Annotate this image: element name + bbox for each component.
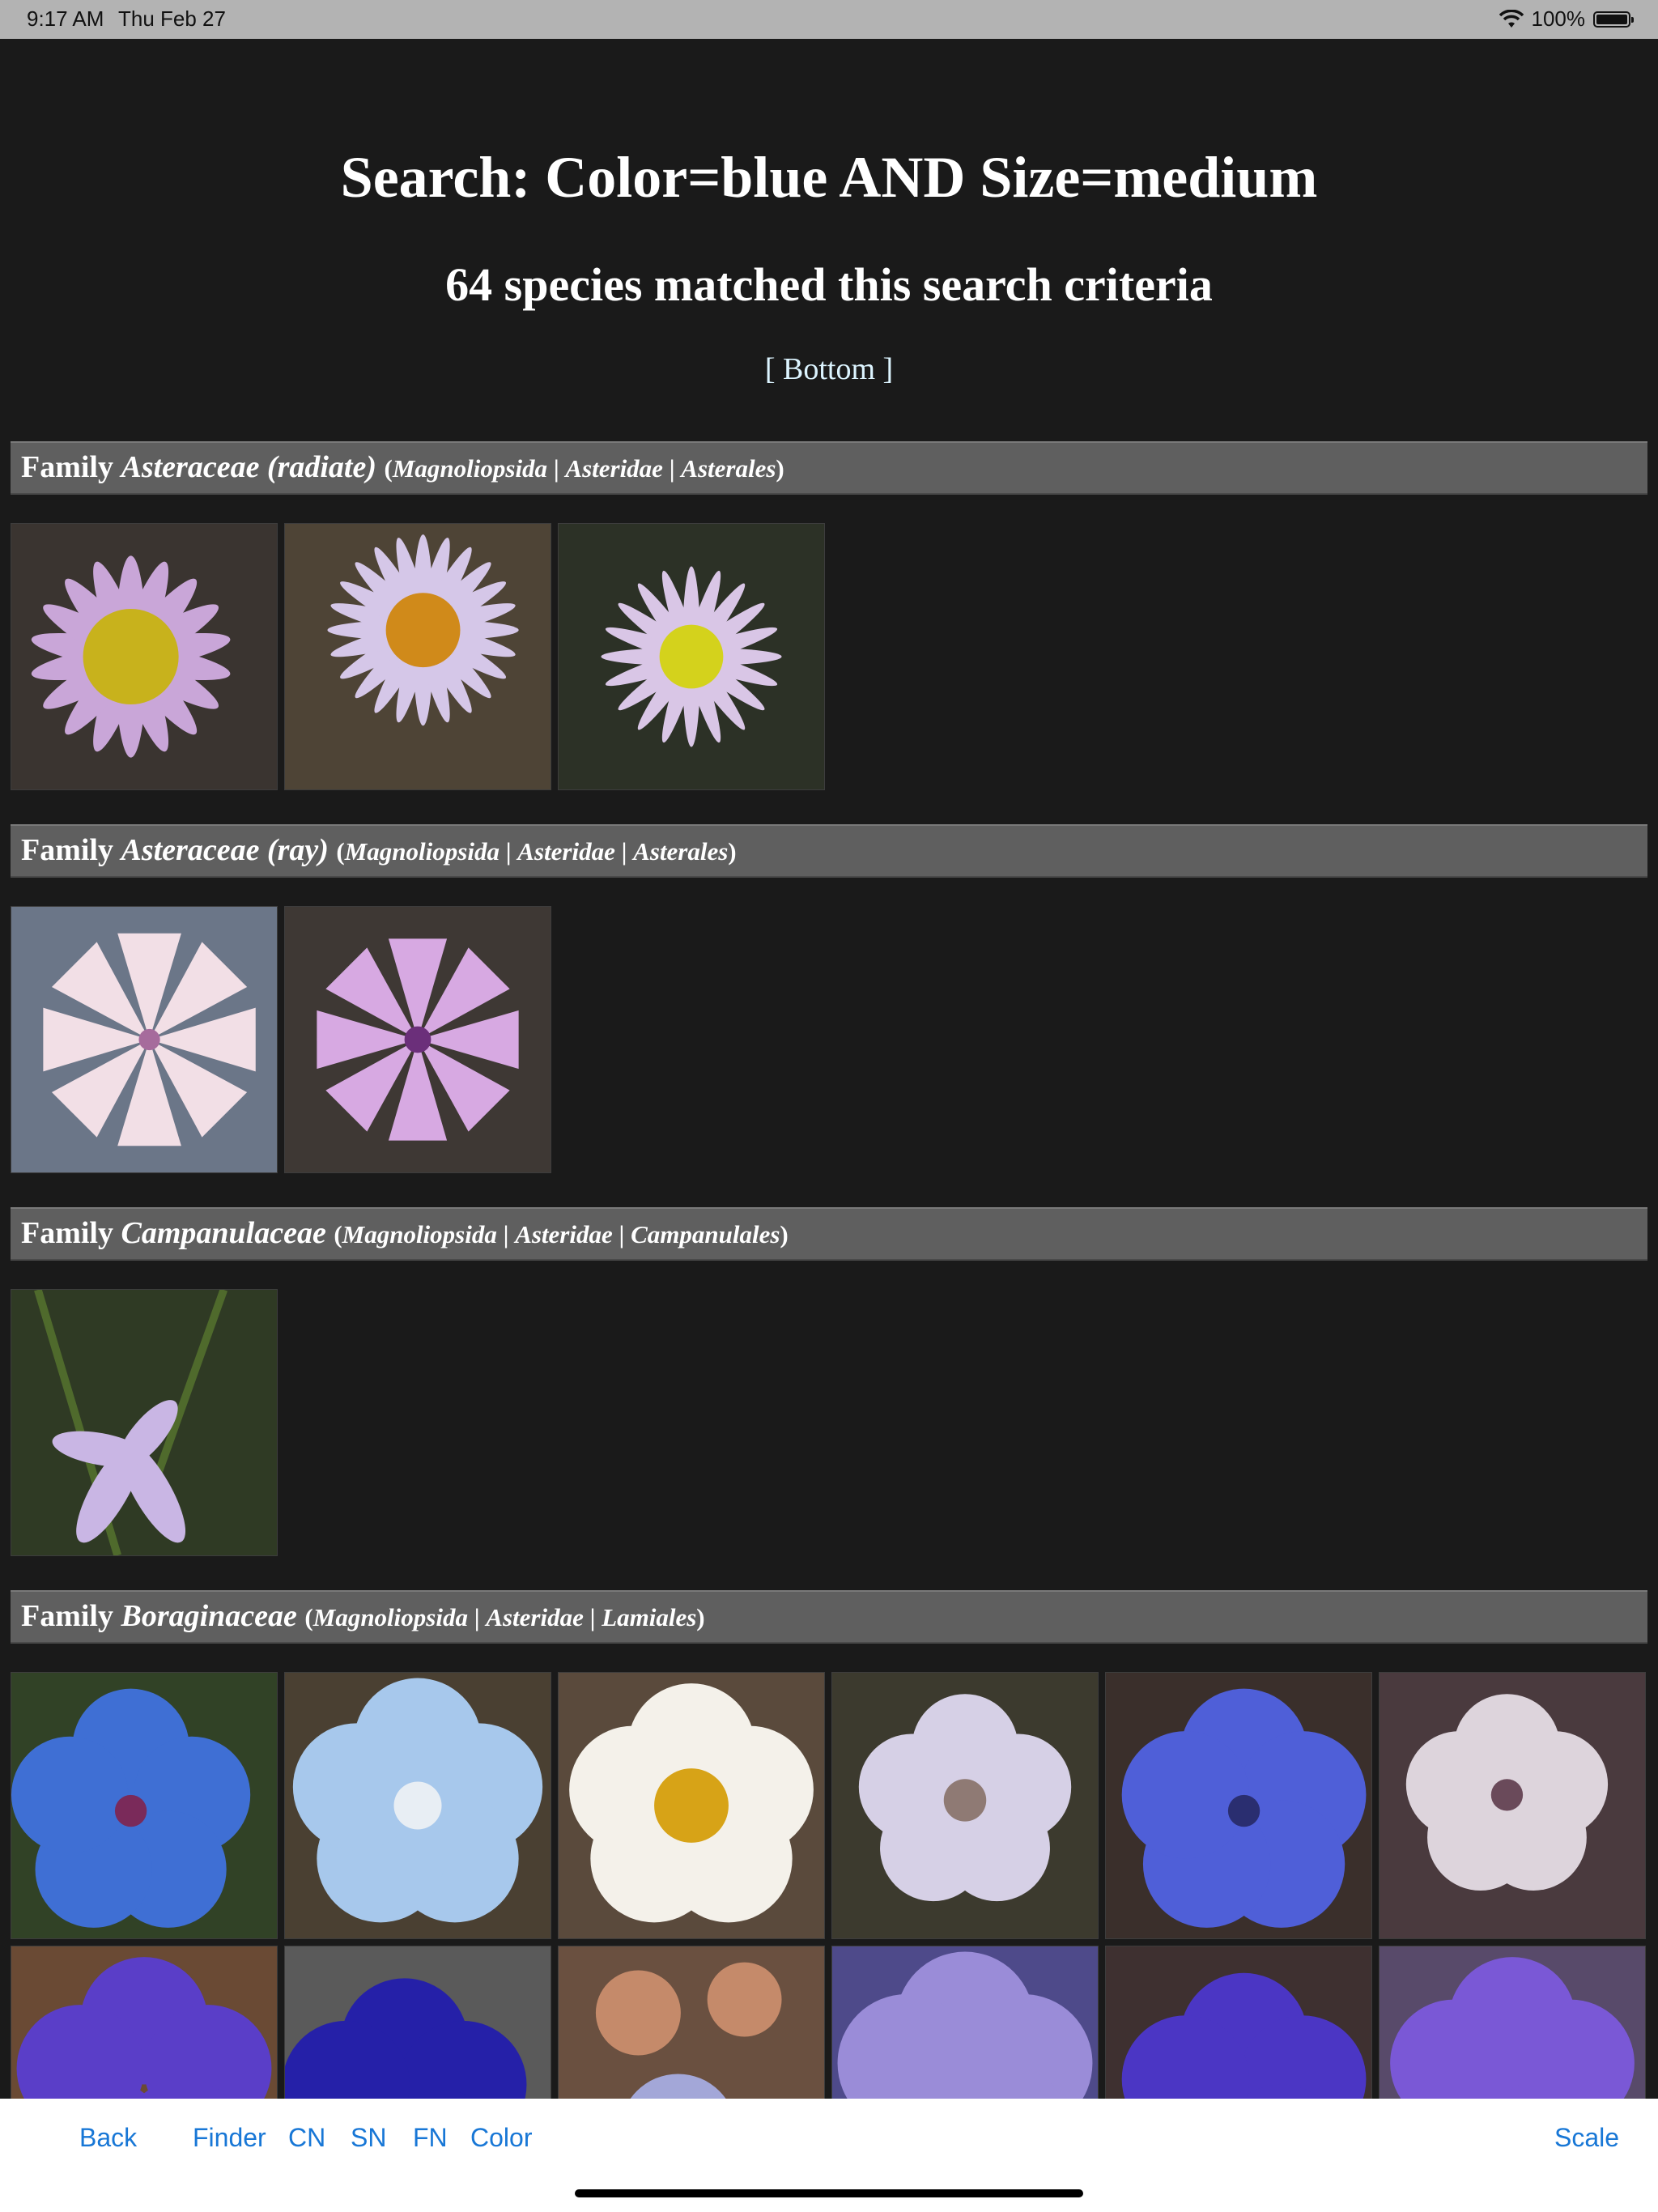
family-header-boraginaceae: Family Boraginaceae (Magnoliopsida | Ast… xyxy=(11,1590,1647,1644)
family-header-campanulaceae: Family Campanulaceae (Magnoliopsida | As… xyxy=(11,1207,1647,1261)
species-thumbnail[interactable] xyxy=(11,906,278,1173)
flower-photo xyxy=(1106,1946,1371,2099)
species-thumbnail[interactable] xyxy=(558,1946,825,2099)
flower-photo xyxy=(1380,1946,1645,2099)
family-name: Asteraceae (ray) xyxy=(121,833,329,867)
species-thumbnail[interactable] xyxy=(558,1672,825,1939)
flower-photo xyxy=(1380,1673,1645,1938)
family-name: Campanulaceae xyxy=(121,1216,326,1250)
species-thumbnail[interactable] xyxy=(831,1672,1099,1939)
family-label: Family xyxy=(21,1216,113,1250)
family-name: Boraginaceae xyxy=(121,1599,297,1633)
species-thumbnail[interactable] xyxy=(1105,1946,1372,2099)
cn-button[interactable]: CN xyxy=(288,2123,325,2153)
page-title: Search: Color=blue AND Size=medium xyxy=(340,145,1318,210)
result-count: 64 species matched this search criteria xyxy=(445,258,1213,311)
back-button[interactable]: Back xyxy=(79,2123,137,2153)
flower-photo xyxy=(11,524,277,789)
family-taxonomy: (Magnoliopsida | Asteridae | Campanulale… xyxy=(334,1220,789,1249)
species-thumbnail[interactable] xyxy=(11,1946,278,2099)
family-label: Family xyxy=(21,1599,113,1633)
species-thumbnail[interactable] xyxy=(11,1672,278,1939)
battery-icon xyxy=(1593,11,1634,28)
scale-button[interactable]: Scale xyxy=(1554,2123,1619,2153)
flower-photo xyxy=(559,524,824,789)
status-date: Thu Feb 27 xyxy=(118,6,226,31)
flower-photo xyxy=(832,1673,1098,1938)
species-thumbnail[interactable] xyxy=(284,523,551,790)
color-button[interactable]: Color xyxy=(470,2123,532,2153)
family-header-asteraceae-radiate: Family Asteraceae (radiate) (Magnoliopsi… xyxy=(11,441,1647,495)
flower-photo xyxy=(559,1673,824,1938)
flower-photo xyxy=(11,907,277,1172)
family-header-asteraceae-ray: Family Asteraceae (ray) (Magnoliopsida |… xyxy=(11,824,1647,878)
status-bar: 9:17 AM Thu Feb 27 100% xyxy=(0,0,1658,39)
family-taxonomy: (Magnoliopsida | Asteridae | Asterales) xyxy=(336,837,737,866)
flower-photo xyxy=(285,907,551,1172)
search-results-page: Search: Color=blue AND Size=medium 64 sp… xyxy=(0,39,1658,2099)
sn-button[interactable]: SN xyxy=(351,2123,386,2153)
family-name: Asteraceae (radiate) xyxy=(121,450,377,484)
flower-photo xyxy=(285,1946,551,2099)
species-thumbnail[interactable] xyxy=(284,1946,551,2099)
flower-photo xyxy=(832,1946,1098,2099)
species-thumbnail[interactable] xyxy=(284,906,551,1173)
flower-photo xyxy=(559,1946,824,2099)
flower-photo xyxy=(11,1946,277,2099)
species-thumbnail[interactable] xyxy=(1105,1672,1372,1939)
status-time: 9:17 AM xyxy=(27,6,104,31)
species-thumbnail[interactable] xyxy=(11,523,278,790)
flower-photo xyxy=(285,1673,551,1938)
finder-button[interactable]: Finder xyxy=(193,2123,266,2153)
battery-percent: 100% xyxy=(1531,6,1586,31)
species-thumbnail[interactable] xyxy=(558,523,825,790)
species-thumbnail[interactable] xyxy=(831,1946,1099,2099)
flower-photo xyxy=(11,1290,277,1555)
wifi-icon xyxy=(1499,9,1524,28)
flower-photo xyxy=(11,1673,277,1938)
family-label: Family xyxy=(21,833,113,867)
species-thumbnail[interactable] xyxy=(1379,1946,1646,2099)
status-right: 100% xyxy=(1499,6,1634,32)
flower-photo xyxy=(1106,1673,1371,1938)
species-thumbnail[interactable] xyxy=(1379,1672,1646,1939)
family-taxonomy: (Magnoliopsida | Asteridae | Lamiales) xyxy=(304,1603,705,1631)
bottom-toolbar: Back Finder CN SN FN Color Scale xyxy=(0,2099,1658,2212)
species-thumbnail[interactable] xyxy=(284,1672,551,1939)
fn-button[interactable]: FN xyxy=(413,2123,448,2153)
bottom-link[interactable]: [ Bottom ] xyxy=(0,351,1658,387)
flower-photo xyxy=(285,524,551,789)
species-thumbnail[interactable] xyxy=(11,1289,278,1556)
home-indicator xyxy=(575,2189,1083,2197)
family-label: Family xyxy=(21,450,113,484)
family-taxonomy: (Magnoliopsida | Asteridae | Asterales) xyxy=(384,454,784,483)
